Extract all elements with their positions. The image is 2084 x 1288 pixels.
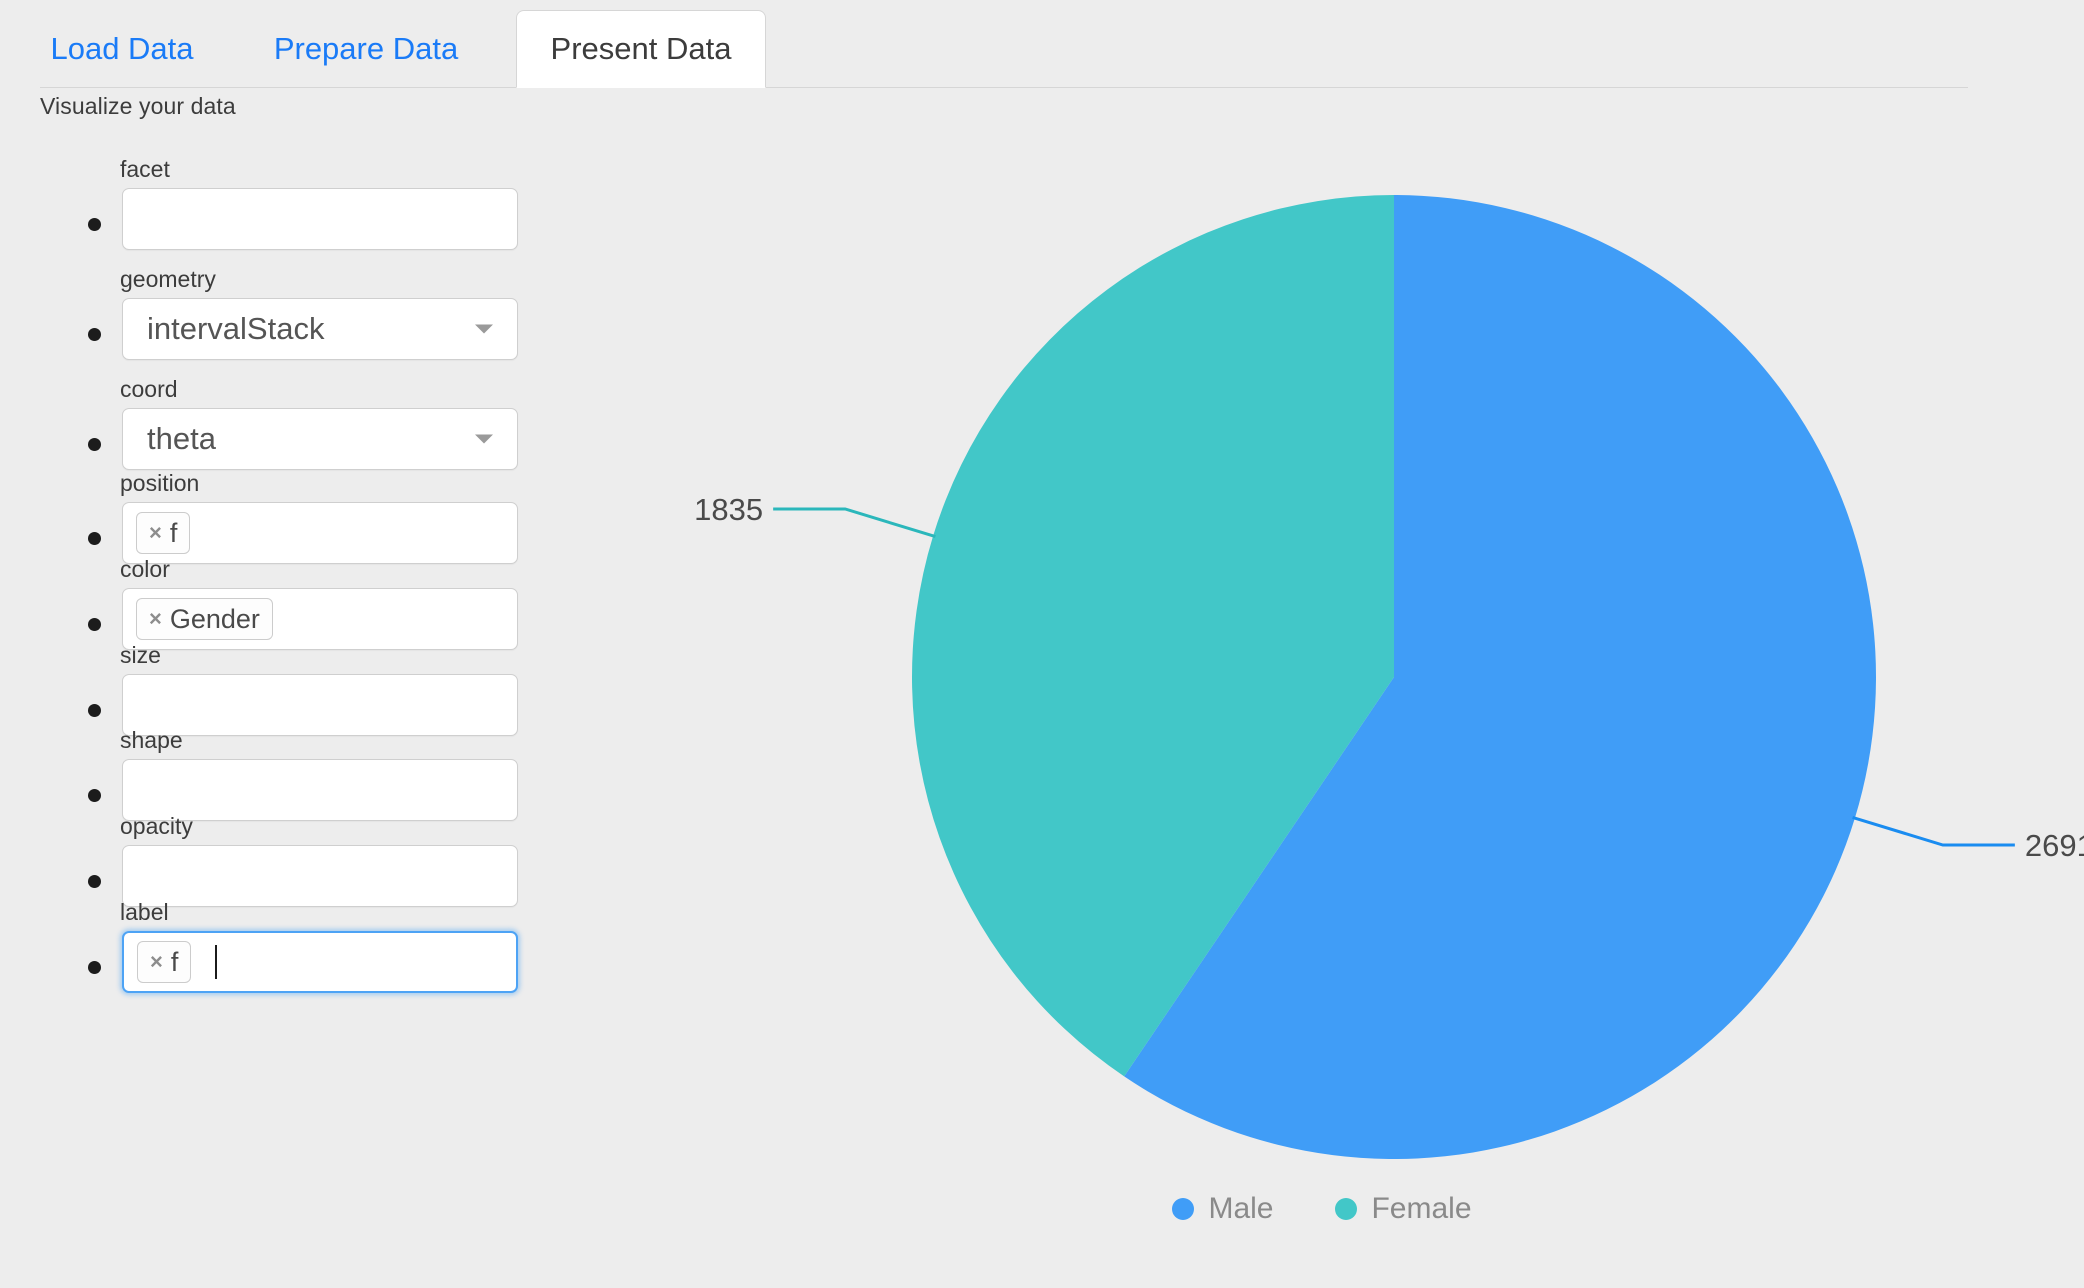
field-row-geometry: geometry intervalStack [0,250,540,360]
opacity-input[interactable] [122,845,518,907]
shape-input[interactable] [122,759,518,821]
facet-input[interactable] [122,188,518,250]
tab-prepare-data[interactable]: Prepare Data [256,10,476,88]
field-label-label: label [120,899,169,925]
leader-line [773,507,936,539]
chart-legend: Male Female [560,1192,2084,1226]
field-label-color: color [120,556,170,582]
tab-load-data[interactable]: Load Data [42,10,202,88]
legend-label: Female [1371,1192,1472,1225]
field-label-shape: shape [120,727,183,753]
list-bullet-icon [88,328,101,341]
list-bullet-icon [88,789,101,802]
list-bullet-icon [88,438,101,451]
field-row-facet: facet [0,140,540,250]
pie-value-label: 2691 [2025,828,2084,863]
legend-label: Male [1208,1192,1274,1225]
list-bullet-icon [88,875,101,888]
field-row-coord: coord theta [0,360,540,470]
coord-select-value: theta [147,421,216,456]
field-label-opacity: opacity [120,813,193,839]
legend-item-male[interactable]: Male [1172,1192,1273,1226]
list-bullet-icon [88,618,101,631]
label-input[interactable]: × f [122,931,518,993]
field-label-geometry: geometry [120,266,216,292]
coord-select[interactable]: theta [122,408,518,470]
position-input[interactable]: × f [122,502,518,564]
color-input[interactable]: × Gender [122,588,518,650]
chevron-down-icon [475,434,493,444]
page-subtitle: Visualize your data [40,93,236,119]
tab-bar: Load Data Prepare Data Present Data [0,0,2084,88]
chip-remove-icon[interactable]: × [149,522,162,544]
list-bullet-icon [88,704,101,717]
pie-value-label: 1835 [694,492,763,527]
list-bullet-icon [88,961,101,974]
pie-slices [911,195,1876,1159]
field-label-facet: facet [120,156,170,182]
geometry-select-value: intervalStack [147,311,325,346]
field-label-position: position [120,470,200,496]
list-bullet-icon [88,532,101,545]
field-row-label: label × f [0,899,540,1009]
chip-remove-icon[interactable]: × [149,608,162,630]
pie-chart: 2691 1835 [694,195,2084,1159]
tab-present-data[interactable]: Present Data [516,10,766,88]
legend-item-female[interactable]: Female [1335,1192,1472,1226]
color-chip-label: Gender [169,603,260,634]
field-label-size: size [120,642,161,668]
text-cursor [215,945,218,979]
color-chip[interactable]: × Gender [136,598,273,640]
position-chip[interactable]: × f [136,512,191,554]
label-chip-label: f [170,946,179,977]
chart-area: 2691 1835 Male Female [560,110,2084,1288]
legend-color-swatch [1335,1198,1358,1220]
leader-line [1852,815,2015,847]
field-label-coord: coord [120,376,178,402]
geometry-select[interactable]: intervalStack [122,298,518,360]
chevron-down-icon [475,324,493,334]
list-bullet-icon [88,218,101,231]
legend-color-swatch [1172,1198,1195,1220]
position-chip-label: f [169,517,178,548]
chip-remove-icon[interactable]: × [150,951,163,973]
label-chip[interactable]: × f [137,941,192,983]
